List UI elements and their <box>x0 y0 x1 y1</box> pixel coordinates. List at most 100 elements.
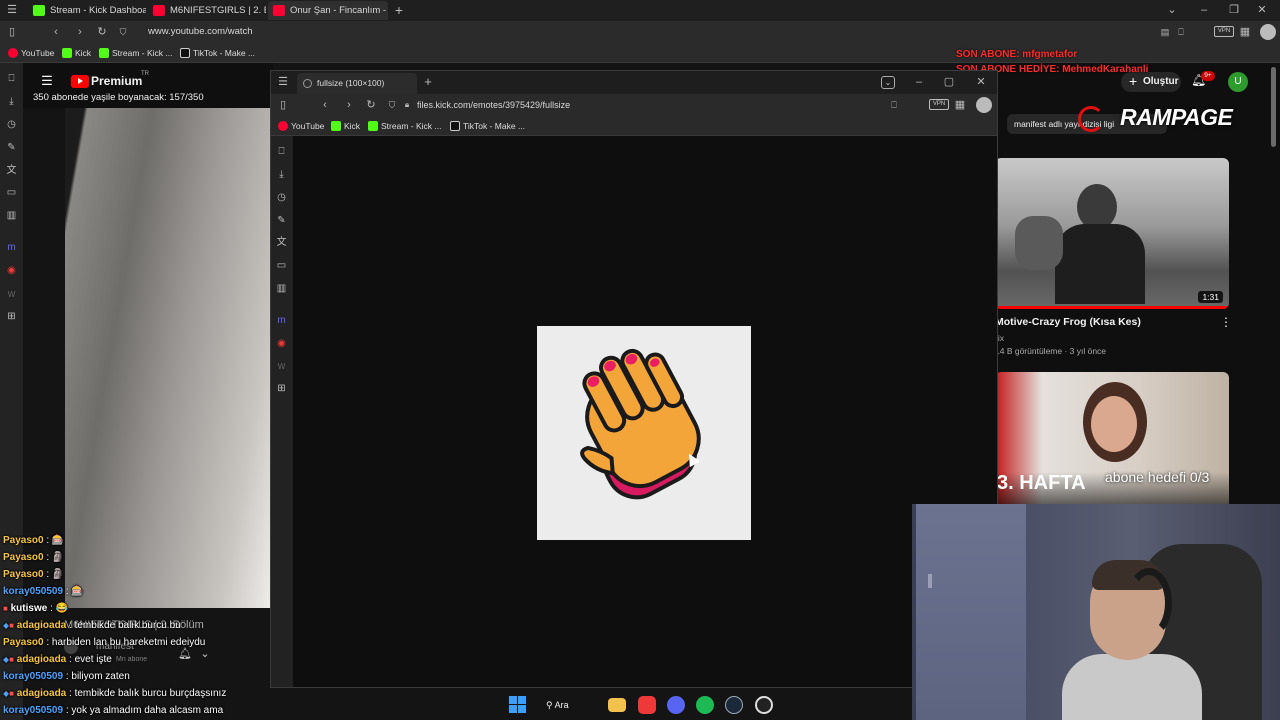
url-field[interactable]: files.kick.com/emotes/3975429/fullsize <box>417 94 817 116</box>
last-subscriber-overlay: SON ABONE: mfgmetafor <box>956 49 1078 60</box>
badge-icon: ■ <box>9 689 14 698</box>
tab-onur-san[interactable]: Onur Şan - Fincanlım - You <box>268 1 388 20</box>
vivaldi-icon[interactable]: ◉ <box>274 336 289 351</box>
shield-icon[interactable]: ⛉ <box>385 95 399 115</box>
reading-list-icon[interactable]: ▥ <box>274 281 289 296</box>
downloads-icon[interactable]: ⤓ <box>274 167 289 182</box>
bookmark-stream-kick[interactable]: Stream - Kick ... <box>368 116 441 136</box>
notes-icon[interactable]: ✎ <box>4 140 19 155</box>
steam-icon[interactable] <box>725 696 743 714</box>
window-icon[interactable]: ▭ <box>274 258 289 273</box>
video-title-crazy-frog[interactable]: Motive-Crazy Frog (Kısa Kes) <box>995 316 1141 328</box>
thumbnail-title: 3. HAFTA <box>997 472 1086 494</box>
vpn-icon[interactable]: VPN <box>929 99 949 110</box>
logo-country: TR <box>141 71 149 77</box>
mastodon-icon[interactable]: m <box>4 240 19 255</box>
bookmark-icon[interactable]: ⎕ <box>887 95 901 115</box>
search-label: Ara <box>554 700 569 710</box>
translate-icon[interactable]: 文 <box>4 163 19 178</box>
minimize-button[interactable]: – <box>1196 0 1212 20</box>
maximize-button[interactable]: ▢ <box>941 72 957 92</box>
extensions-icon[interactable]: ▦ <box>953 95 967 115</box>
taskbar-search[interactable]: ⚲ Ara <box>546 697 569 713</box>
badge-icon: ■ <box>9 655 14 664</box>
spotify-icon[interactable] <box>696 696 714 714</box>
downloads-icon[interactable]: ⤓ <box>4 94 19 109</box>
tab-kick-dashboard[interactable]: Stream - Kick Dashboard <box>28 1 146 20</box>
bookmark-label: Kick <box>75 48 92 58</box>
shield-icon[interactable]: ⛉ <box>116 22 130 42</box>
account-avatar[interactable]: U <box>1228 72 1248 92</box>
tab-fullsize[interactable]: fullsize (100×100) <box>297 73 417 94</box>
new-tab-button[interactable]: + <box>392 0 406 20</box>
history-icon[interactable]: ◷ <box>4 117 19 132</box>
close-button[interactable]: ✕ <box>973 72 989 92</box>
tab-list-icon[interactable]: ⌄ <box>1164 0 1180 20</box>
reader-icon[interactable]: ▤ <box>1158 22 1172 42</box>
new-tab-button[interactable]: + <box>421 72 435 92</box>
create-button[interactable]: + Oluştur <box>1121 72 1181 92</box>
translate-icon[interactable]: 文 <box>274 235 289 250</box>
vpn-icon[interactable]: VPN <box>1214 26 1234 37</box>
profile-icon[interactable] <box>976 97 992 113</box>
wikipedia-icon[interactable]: W <box>4 287 19 302</box>
minimize-button[interactable]: – <box>911 72 927 92</box>
vivaldi-icon[interactable]: ◉ <box>4 263 19 278</box>
reload-icon[interactable]: ↻ <box>94 22 110 42</box>
mastodon-icon[interactable]: m <box>274 313 289 328</box>
chat-message: ◆■ adagioada : evet işte <box>3 651 112 668</box>
video-thumbnail-crazy-frog[interactable]: 1:31 <box>995 158 1229 309</box>
panel-toggle-icon[interactable]: ▯ <box>4 22 20 42</box>
folder-icon[interactable] <box>608 698 626 712</box>
vivaldi-icon[interactable] <box>638 696 656 714</box>
chat-text: : tembikde balık burcu bu <box>69 620 181 631</box>
url-field[interactable]: www.youtube.com/watch <box>148 21 548 43</box>
panel-toggle-icon[interactable]: ▯ <box>275 95 291 115</box>
forward-icon[interactable]: › <box>341 95 357 115</box>
tiktok-icon <box>180 48 190 58</box>
menu-icon[interactable]: ☰ <box>275 72 291 92</box>
more-options-icon[interactable]: ⋮ <box>1220 315 1232 329</box>
reading-list-icon[interactable]: ▥ <box>4 208 19 223</box>
add-panel-icon[interactable]: ⊞ <box>4 309 19 324</box>
bookmark-kick[interactable]: Kick <box>62 43 91 63</box>
bookmark-youtube[interactable]: YouTube <box>278 116 324 136</box>
chat-message: koray050509 : 🎰 <box>3 583 84 600</box>
windows-icon[interactable] <box>509 696 527 714</box>
back-icon[interactable]: ‹ <box>48 22 64 42</box>
bookmark-icon[interactable]: ⎕ <box>1174 22 1188 42</box>
bookmarks-panel-icon[interactable]: ⎕ <box>4 71 19 86</box>
video-player[interactable] <box>23 63 273 608</box>
video-thumbnail-3-hafta[interactable]: 3. HAFTA <box>995 372 1229 505</box>
back-icon[interactable]: ‹ <box>317 95 333 115</box>
bookmarks-panel-icon[interactable]: ⎕ <box>274 144 289 159</box>
tab-manifestgirls[interactable]: M6NIFESTGIRLS | 2. Bölüm <box>148 1 266 20</box>
add-panel-icon[interactable]: ⊞ <box>274 381 289 396</box>
tab-list-icon[interactable]: ⌄ <box>881 76 895 89</box>
chat-text: : 🗿 <box>46 552 65 563</box>
bookmark-tiktok[interactable]: TikTok - Make ... <box>180 43 255 63</box>
chat-username: koray050509 <box>3 586 64 597</box>
obs-icon[interactable] <box>755 696 773 714</box>
youtube-logo-icon[interactable] <box>71 75 89 88</box>
hamburger-icon[interactable]: ☰ <box>39 71 55 91</box>
window-icon[interactable]: ▭ <box>4 185 19 200</box>
forward-icon[interactable]: › <box>72 22 88 42</box>
bookmark-stream-kick[interactable]: Stream - Kick ... <box>99 43 172 63</box>
notes-icon[interactable]: ✎ <box>274 213 289 228</box>
wikipedia-icon[interactable]: W <box>274 359 289 374</box>
reload-icon[interactable]: ↻ <box>363 95 379 115</box>
close-button[interactable]: ✕ <box>1254 0 1270 20</box>
bookmark-tiktok[interactable]: TikTok - Make ... <box>450 116 525 136</box>
history-icon[interactable]: ◷ <box>274 190 289 205</box>
scrollbar[interactable] <box>1271 67 1276 147</box>
bookmark-youtube[interactable]: YouTube <box>8 43 54 63</box>
extensions-icon[interactable]: ▦ <box>1238 22 1252 42</box>
discord-icon[interactable] <box>667 696 685 714</box>
bookmark-kick[interactable]: Kick <box>331 116 360 136</box>
tab-label: M6NIFESTGIRLS | 2. Bölüm <box>170 5 266 16</box>
maximize-button[interactable]: ❐ <box>1226 0 1242 20</box>
profile-icon[interactable] <box>1260 24 1276 40</box>
menu-icon[interactable]: ☰ <box>4 0 20 20</box>
emote-image[interactable] <box>537 326 751 540</box>
